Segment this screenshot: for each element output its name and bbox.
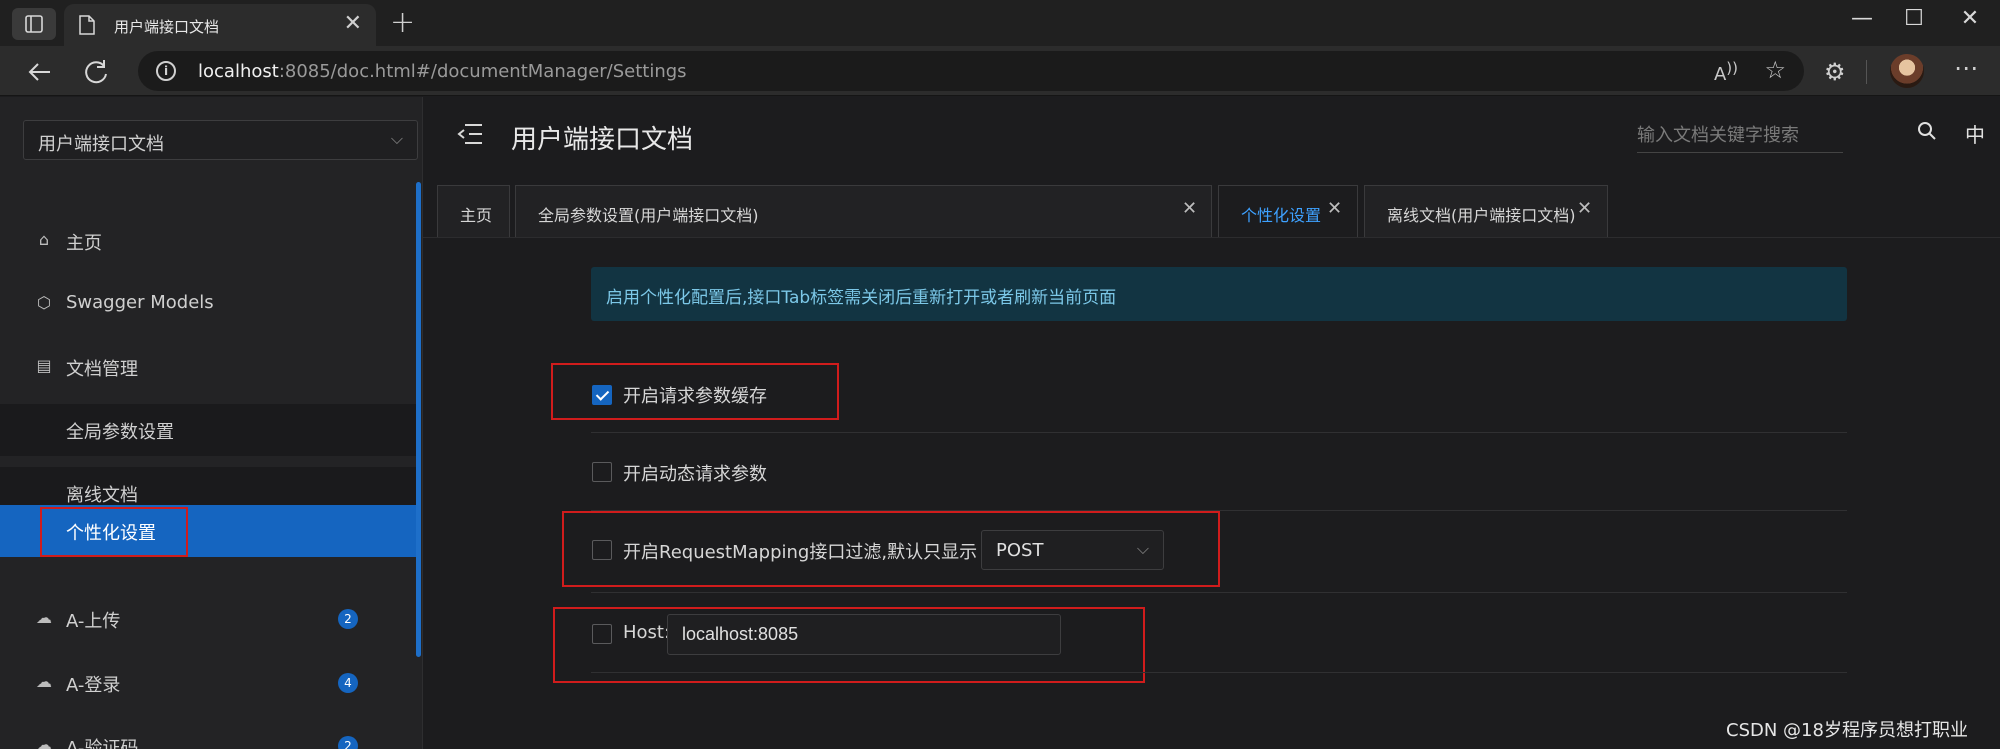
- more-icon[interactable]: ⋯: [1954, 54, 1979, 82]
- minimize-button[interactable]: —: [1842, 6, 1882, 32]
- group-select[interactable]: 用户端接口文档 ⌵: [23, 120, 418, 160]
- alert-text: 启用个性化配置后,接口Tab标签需关闭后重新打开或者刷新当前页面: [606, 288, 1117, 308]
- sidebar-item-label: A-上传: [66, 611, 121, 632]
- group-select-value: 用户端接口文档: [38, 134, 164, 155]
- browser-tab[interactable]: 用户端接口文档 ✕: [64, 4, 376, 46]
- highlight-box: [40, 507, 188, 557]
- row-divider: [591, 592, 1847, 593]
- sidebar-item-label: A-登录: [66, 675, 121, 696]
- highlight-box: [562, 511, 1220, 587]
- chevron-down-icon: ⌵: [390, 129, 403, 148]
- tab-offline-docs[interactable]: 离线文档(用户端接口文档) ✕: [1364, 185, 1608, 237]
- avatar[interactable]: [1890, 54, 1924, 88]
- tab-close-icon[interactable]: ✕: [1182, 198, 1197, 219]
- sidebar-item-label: 全局参数设置: [66, 422, 174, 443]
- address-bar[interactable]: i localhost:8085/doc.html#/documentManag…: [138, 51, 1804, 91]
- cube-icon: ⬡: [37, 293, 51, 312]
- tab-label: 离线文档(用户端接口文档): [1387, 206, 1576, 225]
- cloud-icon: ☁: [36, 672, 52, 691]
- panel-icon: [25, 15, 43, 33]
- info-alert: 启用个性化配置后,接口Tab标签需关闭后重新打开或者刷新当前页面: [591, 267, 1847, 321]
- refresh-icon[interactable]: [80, 56, 112, 88]
- count-badge: 2: [338, 736, 358, 749]
- doc-tabs: 主页 全局参数设置(用户端接口文档) ✕ 个性化设置 ✕ 离线文档(用户端接口文…: [423, 178, 2000, 238]
- browser-navbar: i localhost:8085/doc.html#/documentManag…: [0, 46, 2000, 96]
- info-icon[interactable]: i: [156, 61, 176, 81]
- home-icon: ⌂: [38, 230, 50, 249]
- browser-titlebar: 用户端接口文档 ✕ + — ☐ ✕: [0, 0, 2000, 46]
- new-tab-button[interactable]: +: [390, 8, 415, 38]
- sidebar-item-label: 离线文档: [66, 485, 138, 506]
- close-window-button[interactable]: ✕: [1950, 6, 1990, 32]
- favorite-icon[interactable]: ☆: [1764, 56, 1786, 84]
- sidebar-item-captcha[interactable]: ☁ A-验证码 2: [0, 720, 416, 749]
- sidebar: 用户端接口文档 ⌵ ⌂ 主页 ⬡ Swagger Models ▤ 文档管理 全…: [0, 97, 422, 749]
- sidebar-item-upload[interactable]: ☁ A-上传 2: [0, 593, 416, 645]
- main-header: 用户端接口文档 中: [423, 97, 2000, 177]
- sidebar-toggle-button[interactable]: [12, 8, 56, 40]
- browser-tab-close-icon[interactable]: ✕: [344, 12, 362, 36]
- tab-label: 全局参数设置(用户端接口文档): [538, 206, 759, 225]
- toolbar-divider: [1866, 60, 1867, 84]
- extensions-icon[interactable]: ⚙: [1824, 58, 1846, 86]
- url-text[interactable]: localhost:8085/doc.html#/documentManager…: [198, 61, 687, 82]
- sidebar-item-label: 文档管理: [66, 359, 138, 380]
- maximize-button[interactable]: ☐: [1894, 6, 1934, 32]
- document-icon: [79, 15, 95, 35]
- sidebar-item-label: 主页: [66, 233, 102, 254]
- language-toggle[interactable]: 中: [1965, 119, 1985, 148]
- back-icon[interactable]: [24, 56, 56, 88]
- tab-personal-settings[interactable]: 个性化设置 ✕: [1218, 185, 1358, 237]
- search-input[interactable]: [1637, 119, 1843, 153]
- sidebar-item-home[interactable]: ⌂ 主页: [0, 215, 416, 267]
- read-aloud-icon[interactable]: A)): [1714, 59, 1738, 85]
- count-badge: 4: [338, 673, 358, 693]
- count-badge: 2: [338, 609, 358, 629]
- row-divider: [591, 432, 1847, 433]
- tab-close-icon[interactable]: ✕: [1577, 198, 1592, 219]
- watermark: CSDN @18岁程序员想打职业: [1726, 720, 1968, 741]
- row-divider: [591, 672, 1847, 673]
- page-title: 用户端接口文档: [511, 125, 694, 155]
- tab-home[interactable]: 主页: [437, 185, 510, 237]
- sidebar-item-swagger-models[interactable]: ⬡ Swagger Models: [0, 278, 416, 330]
- browser-tab-title: 用户端接口文档: [114, 18, 220, 36]
- sidebar-item-doc-manage[interactable]: ▤ 文档管理: [0, 341, 416, 393]
- menu-collapse-icon[interactable]: [457, 123, 483, 145]
- sidebar-scrollbar[interactable]: [416, 182, 421, 657]
- cloud-icon: ☁: [36, 735, 52, 749]
- tab-label: 主页: [460, 206, 493, 225]
- tab-close-icon[interactable]: ✕: [1327, 198, 1342, 219]
- dynamic-params-label: 开启动态请求参数: [623, 464, 767, 485]
- tab-global-params[interactable]: 全局参数设置(用户端接口文档) ✕: [515, 185, 1212, 237]
- highlight-box: [551, 363, 839, 420]
- sidebar-item-label: Swagger Models: [66, 292, 214, 313]
- sidebar-item-label: A-验证码: [66, 738, 139, 749]
- cloud-icon: ☁: [36, 608, 52, 627]
- sidebar-item-global-params[interactable]: 全局参数设置: [0, 404, 416, 456]
- dynamic-params-checkbox[interactable]: [592, 462, 612, 482]
- doc-settings-icon: ▤: [36, 356, 52, 375]
- tab-label: 个性化设置: [1241, 206, 1322, 225]
- search-icon[interactable]: [1917, 121, 1937, 141]
- sidebar-item-login[interactable]: ☁ A-登录 4: [0, 657, 416, 709]
